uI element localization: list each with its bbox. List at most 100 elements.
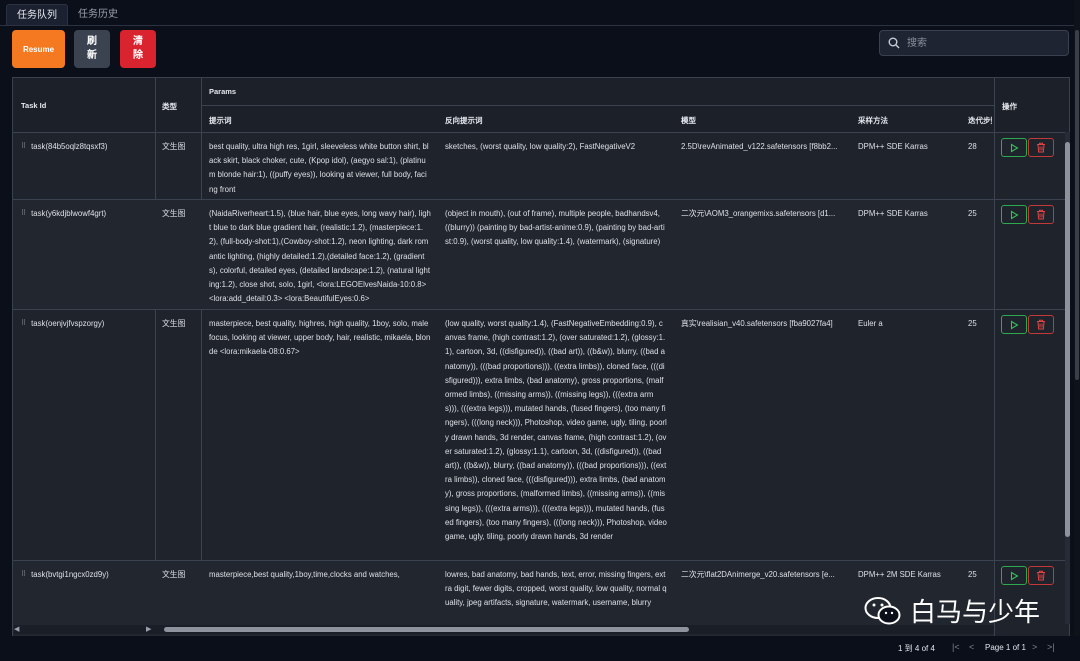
model-cell: 二次元\flat2DAnimerge_v20.safetensors [e... — [681, 570, 835, 579]
steps-cell: 25 — [968, 570, 977, 579]
sampler-cell: Euler a — [858, 319, 883, 328]
col-header-steps[interactable]: 迭代步数 — [968, 115, 992, 126]
type-cell: 文生图 — [162, 142, 186, 151]
play-icon — [1010, 143, 1019, 152]
trash-icon — [1037, 570, 1045, 581]
search-box — [879, 30, 1069, 56]
negative-prompt-cell: (object in mouth), (out of frame), multi… — [445, 209, 665, 247]
task-id: task(84b5oqlz8tqsxf3) — [31, 142, 108, 151]
refresh-button-label: 刷新 — [87, 36, 97, 61]
task-id-cell: ⠿ task(y6kdjblwowf4grt) — [21, 207, 106, 221]
wechat-logo-icon — [864, 596, 901, 624]
row-divider — [995, 199, 1069, 200]
task-id-cell: ⠿ task(oenjvjfvspzorgy) — [21, 317, 104, 331]
task-grid: Task Id 类型 Params 提示词 反向提示词 模型 采样方法 迭代步数… — [12, 77, 1070, 637]
search-input[interactable] — [905, 36, 1059, 50]
steps-cell: 25 — [968, 319, 977, 328]
watermark-text: 白马与少年 — [910, 598, 1041, 628]
header-subdivider — [201, 105, 994, 106]
col-header-actions: 操作 — [1002, 102, 1017, 111]
header-divider — [155, 78, 156, 132]
negative-prompt-cell: sketches, (worst quality, low quality:2)… — [445, 142, 636, 151]
run-button[interactable] — [1001, 205, 1027, 224]
actions-header: 操作 — [995, 78, 1069, 133]
run-button[interactable] — [1001, 566, 1027, 585]
grid-vertical-scrollbar[interactable] — [1065, 132, 1070, 624]
task-id-cell: ⠿ task(bvtgi1ngcx0zd9y) — [21, 568, 109, 582]
prompt-cell: masterpiece, best quality, highres, high… — [209, 319, 431, 357]
col-header-model[interactable]: 模型 — [681, 115, 696, 126]
scrollbar-thumb[interactable] — [164, 627, 689, 632]
run-button[interactable] — [1001, 138, 1027, 157]
tab-divider — [0, 25, 1080, 26]
trash-icon — [1037, 209, 1045, 220]
row-actions — [1001, 315, 1054, 334]
row-range-label: 1 到 4 of 4 — [898, 644, 935, 653]
trash-icon — [1037, 142, 1045, 153]
last-page-icon[interactable]: >| — [1047, 642, 1055, 652]
delete-button[interactable] — [1028, 205, 1054, 224]
type-cell: 文生图 — [162, 570, 186, 579]
scroll-right-icon[interactable]: ▶ — [146, 625, 151, 633]
prev-page-icon[interactable]: < — [969, 642, 974, 652]
scrollbar-thumb[interactable] — [1065, 142, 1070, 537]
table-row[interactable]: ⠿ task(84b5oqlz8tqsxf3) 文生图 best quality,… — [13, 133, 994, 200]
col-header-type[interactable]: 类型 — [162, 101, 177, 112]
watermark: 白马与少年 — [864, 592, 1040, 629]
sampler-cell: DPM++ 2M SDE Karras — [858, 570, 941, 579]
search-icon — [888, 37, 900, 49]
delete-button[interactable] — [1028, 566, 1054, 585]
negative-prompt-cell: (low quality, worst quality:1.4), (FastN… — [445, 319, 667, 542]
drag-handle-icon[interactable]: ⠿ — [21, 568, 26, 582]
col-header-prompt[interactable]: 提示词 — [209, 115, 232, 126]
drag-handle-icon[interactable]: ⠿ — [21, 207, 26, 221]
scroll-left-icon[interactable]: ◀ — [14, 625, 19, 633]
page-scrollbar[interactable] — [1074, 0, 1080, 661]
prompt-cell: masterpiece,best quality,1boy,time,clock… — [209, 570, 400, 579]
sampler-cell: DPM++ SDE Karras — [858, 209, 928, 218]
task-id: task(y6kdjblwowf4grt) — [31, 209, 107, 218]
run-button[interactable] — [1001, 315, 1027, 334]
play-icon — [1010, 210, 1019, 219]
delete-button[interactable] — [1028, 138, 1054, 157]
page-indicator: Page 1 of 1 — [985, 643, 1026, 652]
sampler-cell: DPM++ SDE Karras — [858, 142, 928, 151]
clear-button-label: 清除 — [133, 36, 143, 61]
grid-header: Task Id 类型 Params 提示词 反向提示词 模型 采样方法 迭代步数 — [13, 78, 994, 133]
tab-task-queue[interactable]: 任务队列 — [6, 4, 68, 25]
prompt-cell: best quality, ultra high res, 1girl, sle… — [209, 142, 429, 194]
table-row[interactable]: ⠿ task(y6kdjblwowf4grt) 文生图 (NaidaRiverhe… — [13, 200, 994, 310]
model-cell: 二次元\AOM3_orangemixs.safetensors [d1... — [681, 209, 836, 218]
next-page-icon[interactable]: > — [1032, 642, 1037, 652]
model-cell: 真实\realisian_v40.safetensors [fba9027fa4… — [681, 319, 833, 328]
task-id-cell: ⠿ task(84b5oqlz8tqsxf3) — [21, 140, 107, 154]
steps-cell: 28 — [968, 142, 977, 151]
drag-handle-icon[interactable]: ⠿ — [21, 140, 26, 154]
delete-button[interactable] — [1028, 315, 1054, 334]
first-page-icon[interactable]: |< — [952, 642, 960, 652]
col-header-task-id[interactable]: Task Id — [21, 101, 46, 110]
task-id: task(oenjvjfvspzorgy) — [31, 319, 105, 328]
row-actions — [1001, 138, 1054, 157]
trash-icon — [1037, 319, 1045, 330]
drag-handle-icon[interactable]: ⠿ — [21, 317, 26, 331]
row-actions — [1001, 205, 1054, 224]
resume-button[interactable]: Resume — [12, 30, 65, 68]
col-header-sampler[interactable]: 采样方法 — [858, 115, 888, 126]
tab-bar: 任务队列 任务历史 — [6, 4, 128, 25]
actions-column: 操作 — [994, 78, 1069, 636]
refresh-button[interactable]: 刷新 — [74, 30, 110, 68]
grid-horizontal-scrollbar[interactable]: ◀ ▶ — [14, 625, 994, 634]
col-header-negative-prompt[interactable]: 反向提示词 — [445, 115, 483, 126]
table-row[interactable]: ⠿ task(oenjvjfvspzorgy) 文生图 masterpiece, … — [13, 310, 994, 561]
scrollbar-thumb[interactable] — [1075, 30, 1079, 380]
prompt-cell: (NaidaRiverheart:1.5), (blue hair, blue … — [209, 209, 431, 304]
tab-task-history[interactable]: 任务历史 — [68, 4, 128, 25]
clear-button[interactable]: 清除 — [120, 30, 156, 68]
task-id: task(bvtgi1ngcx0zd9y) — [31, 570, 109, 579]
row-divider — [995, 309, 1069, 310]
type-cell: 文生图 — [162, 319, 186, 328]
type-cell: 文生图 — [162, 209, 186, 218]
pagination-bar: 1 到 4 of 4 |< < Page 1 of 1 > >| — [0, 636, 1080, 661]
row-actions — [1001, 566, 1054, 585]
